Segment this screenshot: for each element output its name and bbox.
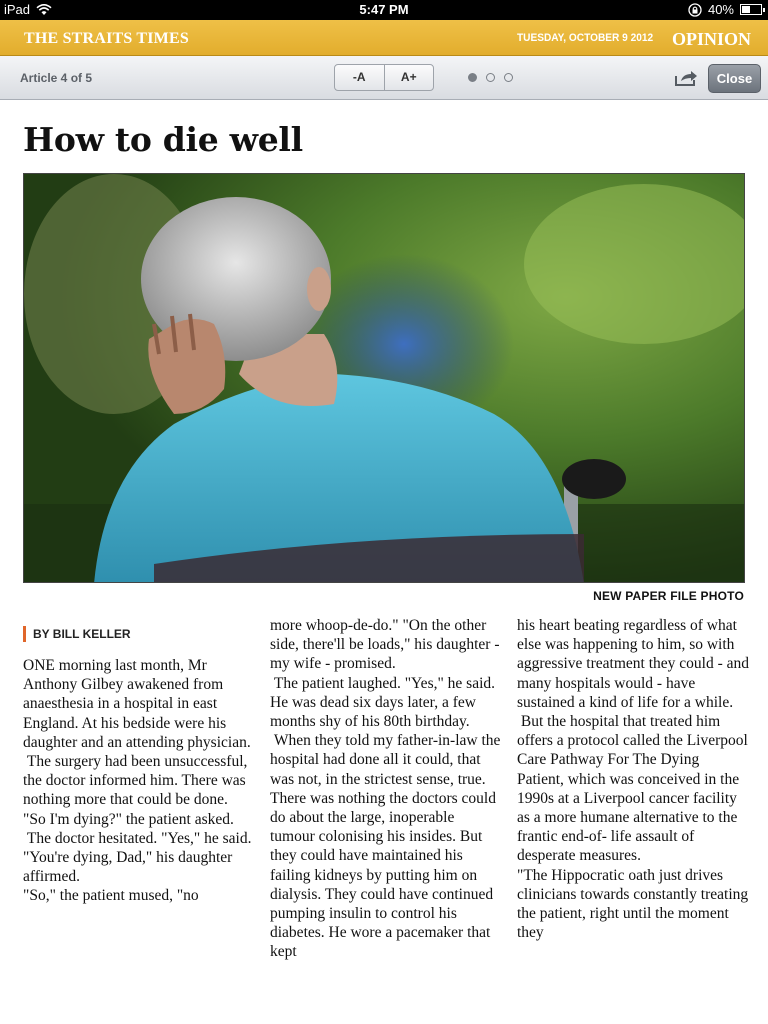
article-paragraph: The surgery had been unsuccessful, the d… xyxy=(23,753,248,809)
battery-icon xyxy=(740,4,765,15)
article-paragraph: more whoop-de-do." "On the other side, t… xyxy=(270,617,500,673)
article-photo xyxy=(23,173,745,583)
status-time: 5:47 PM xyxy=(359,2,409,17)
article-counter: Article 4 of 5 xyxy=(20,71,93,85)
photo-credit: NEW PAPER FILE PHOTO xyxy=(593,589,744,603)
column-1-text: ONE morning last month, Mr Anthony Gilbe… xyxy=(23,656,255,906)
column-3-text: his heart beating regardless of what els… xyxy=(517,616,749,942)
page-indicator[interactable] xyxy=(468,73,513,82)
issue-date: TUESDAY, OCTOBER 9 2012 xyxy=(517,32,654,44)
article-column-2: more whoop-de-do." "On the other side, t… xyxy=(270,616,502,962)
battery-fill xyxy=(742,6,750,13)
article-column-3: his heart beating regardless of what els… xyxy=(517,616,749,942)
status-bar: iPad 5:47 PM 40% xyxy=(0,0,768,20)
article-paragraph: When they told my father-in-law the hosp… xyxy=(270,732,501,961)
status-right: 40% xyxy=(688,2,765,17)
page-dot[interactable] xyxy=(504,73,513,82)
section-title: OPINION xyxy=(672,29,752,49)
article-paragraph: "You're dying, Dad," his daughter affirm… xyxy=(23,849,233,886)
close-button[interactable]: Close xyxy=(708,64,761,93)
article-column-1: BY BILL KELLER ONE morning last month, M… xyxy=(23,626,255,906)
font-size-control: -A A+ xyxy=(334,64,434,91)
page-dot[interactable] xyxy=(468,73,477,82)
article-paragraph: his heart beating regardless of what els… xyxy=(517,617,749,711)
article-paragraph: The doctor hesitated. "Yes," he said. xyxy=(23,829,252,847)
photo-illustration xyxy=(24,174,744,582)
article-paragraph: ONE morning last month, Mr Anthony Gilbe… xyxy=(23,657,251,751)
rotation-lock-icon xyxy=(688,2,702,17)
article-paragraph: "So I'm dying?" the patient asked. xyxy=(23,810,234,828)
article-headline: How to die well xyxy=(23,120,303,159)
article-paragraph: But the hospital that treated him offers… xyxy=(517,713,748,865)
page-dot[interactable] xyxy=(486,73,495,82)
masthead: THE STRAITS TIMES TUESDAY, OCTOBER 9 201… xyxy=(0,20,768,56)
article-paragraph: "So," the patient mused, "no xyxy=(23,887,199,905)
column-2-text: more whoop-de-do." "On the other side, t… xyxy=(270,616,502,962)
share-icon[interactable] xyxy=(674,69,698,87)
reader-toolbar: Article 4 of 5 -A A+ Close xyxy=(0,56,768,100)
brand-logo: THE STRAITS TIMES xyxy=(24,30,189,47)
font-increase-button[interactable]: A+ xyxy=(383,65,434,90)
article-paragraph: The patient laughed. "Yes," he said. He … xyxy=(270,674,496,731)
article-paragraph: "The Hippocratic oath just drives clinic… xyxy=(517,866,749,942)
battery-percent: 40% xyxy=(707,2,734,17)
byline: BY BILL KELLER xyxy=(23,626,255,642)
font-decrease-button[interactable]: -A xyxy=(335,65,384,90)
